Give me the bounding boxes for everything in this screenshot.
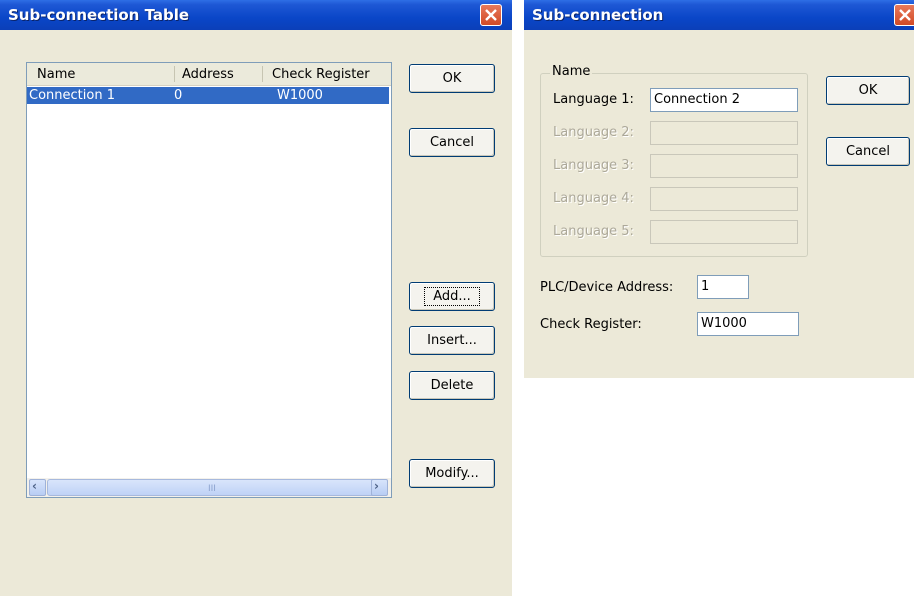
- ok-button[interactable]: OK: [409, 64, 495, 93]
- plc-device-address-input[interactable]: 1: [697, 275, 749, 299]
- modify-button[interactable]: Modify...: [409, 459, 495, 488]
- cancel-button[interactable]: Cancel: [409, 128, 495, 157]
- title-bar: Sub-connection: [524, 0, 914, 30]
- insert-button[interactable]: Insert...: [409, 326, 495, 355]
- close-x-icon: [485, 9, 497, 21]
- column-header-address[interactable]: Address: [182, 67, 234, 82]
- check-register-label: Check Register:: [540, 317, 642, 332]
- close-x-icon: [899, 9, 911, 21]
- language-4-label: Language 4:: [553, 191, 634, 206]
- sub-connection-list[interactable]: Name Address Check Register Connection 1…: [26, 62, 392, 498]
- language-2-input: [650, 121, 798, 145]
- language-4-input: [650, 187, 798, 211]
- column-header-check-register[interactable]: Check Register: [272, 67, 370, 82]
- add-button[interactable]: Add...: [409, 282, 495, 311]
- language-1-input[interactable]: Connection 2: [650, 88, 798, 112]
- cancel-button[interactable]: Cancel: [826, 137, 910, 166]
- name-group-label: Name: [550, 64, 593, 79]
- scroll-thumb[interactable]: III: [47, 479, 377, 496]
- check-register-input[interactable]: W1000: [697, 312, 799, 336]
- dialog-title: Sub-connection: [532, 6, 664, 24]
- language-3-input: [650, 154, 798, 178]
- scroll-right-arrow-icon: ›: [374, 479, 379, 493]
- language-5-input: [650, 220, 798, 244]
- sub-connection-table-dialog: Sub-connection Table Name Address Check …: [0, 0, 512, 596]
- row-name: Connection 1: [29, 88, 115, 103]
- table-row[interactable]: Connection 1 0 W1000: [27, 87, 389, 104]
- horizontal-scrollbar[interactable]: ‹ III ›: [27, 478, 391, 497]
- title-bar: Sub-connection Table: [0, 0, 512, 30]
- scroll-grip: III: [208, 484, 216, 494]
- column-header-name[interactable]: Name: [37, 67, 75, 82]
- delete-button[interactable]: Delete: [409, 371, 495, 400]
- language-5-label: Language 5:: [553, 224, 634, 239]
- scroll-left-arrow-icon: ‹: [32, 479, 37, 493]
- scroll-right-button[interactable]: ›: [371, 479, 388, 496]
- row-check-register: W1000: [277, 88, 323, 103]
- plc-device-address-label: PLC/Device Address:: [540, 280, 674, 295]
- language-3-label: Language 3:: [553, 158, 634, 173]
- language-1-label: Language 1:: [553, 92, 634, 107]
- row-address: 0: [174, 88, 183, 103]
- list-header: Name Address Check Register: [27, 63, 391, 86]
- ok-button[interactable]: OK: [826, 76, 910, 105]
- dialog-title: Sub-connection Table: [8, 6, 190, 24]
- language-2-label: Language 2:: [553, 125, 634, 140]
- close-button[interactable]: [894, 4, 914, 26]
- close-button[interactable]: [480, 4, 502, 26]
- scroll-left-button[interactable]: ‹: [29, 479, 46, 496]
